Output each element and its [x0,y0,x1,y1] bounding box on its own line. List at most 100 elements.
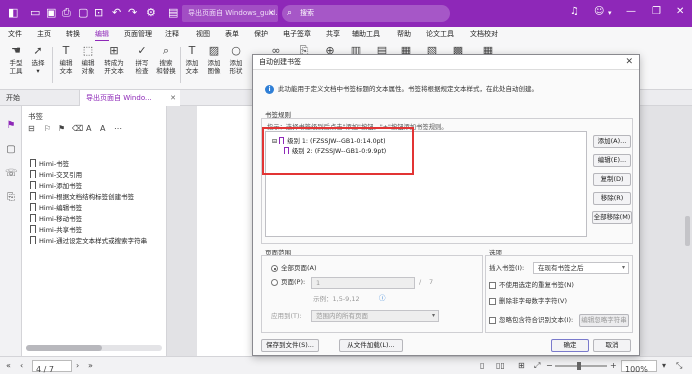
zoom-slider[interactable] [555,365,607,367]
zoom-out-icon[interactable]: − [546,360,553,372]
tab-export[interactable]: 导出页面自 Windo... ✕ [80,90,180,106]
page-range-input[interactable]: 1 [311,277,415,289]
all-pages-radio[interactable] [271,265,278,272]
redo-icon[interactable]: ↷ [128,6,137,20]
add-bookmark-icon[interactable]: ⚐ [44,124,51,133]
page-nav-icon[interactable]: ⊡ [94,6,103,20]
new-bookmark-icon[interactable]: ⚑ [58,124,65,133]
delete-bookmark-icon[interactable]: ⌫ [72,124,83,133]
save-to-file-button[interactable]: 保存到文件(S)... [261,339,319,352]
remove-all-button[interactable]: 全部移除(M) [592,211,632,224]
remove-non-alnum-checkbox[interactable] [489,298,496,305]
close-tab-icon[interactable]: ✕ [268,5,274,22]
page-number-input[interactable]: 4 / 7 [32,360,72,374]
ok-button[interactable]: 确定 [551,339,589,352]
next-page-icon[interactable]: › [76,360,79,372]
zoom-slider-thumb[interactable] [577,362,581,370]
document-tab[interactable]: 导出页面自 Windows_guid... ✕ [182,5,278,22]
zoom-in-icon[interactable]: + [610,360,617,372]
minimize-icon[interactable]: — [626,6,636,17]
edit-object-button[interactable]: ⬚ 编辑 对象 [74,45,102,76]
ignore-text-checkbox[interactable] [489,317,496,324]
bookmark-item[interactable]: Himi-共享书签 [30,225,82,235]
search-input[interactable]: ⌕ 搜索 [282,5,450,22]
menu-paper-tools[interactable]: 论文工具 [426,29,454,39]
attachments-panel-icon[interactable]: ⎘ [5,192,17,204]
menu-view[interactable]: 视图 [196,29,210,39]
first-page-icon[interactable]: « [6,360,11,372]
tab-start[interactable]: 开始 [0,90,80,106]
bookmark-item[interactable]: Himi-编辑书签 [30,203,82,213]
open-folder-icon[interactable]: ▭ [30,6,40,20]
select-tool-button[interactable]: ➚ 选择 ▾ [24,45,52,76]
pages-panel-icon[interactable]: ▢ [5,144,17,156]
bookmark-item[interactable]: Himi-交叉引用 [30,170,82,180]
help-icon[interactable]: ⓘ [379,294,386,303]
menu-share[interactable]: 共享 [326,29,340,39]
menu-home[interactable]: 主页 [37,29,51,39]
print-icon[interactable]: ⎙ [62,6,71,20]
bookmark-item[interactable]: Himi-根据文档结构标签创建书签 [30,192,134,202]
restore-icon[interactable]: ❐ [652,6,661,17]
bookmark-item[interactable]: Himi-移动书签 [30,214,82,224]
prev-page-icon[interactable]: ‹ [20,360,23,372]
document-scrollbar[interactable] [685,216,690,246]
load-from-file-button[interactable]: 从文件加载(L)... [339,339,403,352]
menu-convert[interactable]: 转换 [66,29,80,39]
insert-bookmark-select[interactable]: 在现有书签之后 ▾ [533,262,629,274]
menu-proofread[interactable]: 文档校对 [470,29,498,39]
menu-annotate[interactable]: 注释 [165,29,179,39]
add-shape-button[interactable]: ○ 添加 形状 [222,45,250,76]
fit-page-icon[interactable]: ⊞ [518,360,525,372]
cancel-button[interactable]: 取消 [593,339,631,352]
bookmark-item[interactable]: Himi-书签 [30,159,69,169]
edit-ignore-string-button[interactable]: 编辑忽略字符串 [579,314,629,327]
font-smaller-icon[interactable]: A [100,124,105,133]
close-tab-icon[interactable]: ✕ [170,90,176,106]
close-window-icon[interactable]: ✕ [676,6,684,17]
user-dropdown-icon[interactable]: ▾ [608,9,612,17]
menu-file[interactable]: 文件 [8,29,22,39]
menu-e-sign[interactable]: 电子签章 [283,29,311,39]
more-options-icon[interactable]: ⋯ [114,124,122,133]
bookmark-panel-scrollbar[interactable] [26,345,162,351]
collapse-icon[interactable]: ⊟ [28,124,35,133]
font-larger-icon[interactable]: A [86,124,91,133]
comments-panel-icon[interactable]: ☏ [5,168,18,180]
bookmark-panel-icon[interactable]: ⚑ [5,120,17,132]
menu-accessibility[interactable]: 辅助工具 [352,29,380,39]
fit-width-icon[interactable]: ⤢ [534,360,540,372]
page-range-radio[interactable] [271,279,278,286]
zoom-dropdown-icon[interactable]: ▾ [662,360,666,372]
close-icon[interactable]: ✕ [625,55,633,70]
menu-protect[interactable]: 保护 [254,29,268,39]
undo-icon[interactable]: ↶ [112,6,121,20]
skip-duplicate-checkbox[interactable] [489,282,496,289]
user-icon[interactable]: ☺ [594,6,604,17]
menu-form[interactable]: 表单 [225,29,239,39]
menu-edit[interactable]: 编辑 [95,29,109,41]
apply-to-select[interactable]: 范围内的所有页面 ▾ [311,310,439,322]
ribbon-label: 添加 [229,59,243,67]
menu-page-manage[interactable]: 页面管理 [124,29,152,39]
bell-icon[interactable]: ♫ [570,6,579,17]
remove-rule-button[interactable]: 移除(R) [593,192,631,205]
add-rule-button[interactable]: 添加(A)... [593,135,631,148]
copy-rule-button[interactable]: 复制(D) [593,173,631,186]
single-page-icon[interactable]: ▯ [480,360,484,372]
bookmark-item[interactable]: Himi-添加书签 [30,181,82,191]
new-tab-icon[interactable]: ▤ [168,6,178,20]
fullscreen-icon[interactable]: ⤡ [676,360,682,372]
last-page-icon[interactable]: » [88,360,93,372]
edit-rule-button[interactable]: 编辑(E)... [593,154,631,167]
bookmark-item[interactable]: Himi-通过设定文本样式或搜索字符串 [30,236,147,246]
search-replace-button[interactable]: ⌕ 搜索 和替换 [152,45,180,76]
page-icon[interactable]: ▢ [78,6,88,20]
convert-text-button[interactable]: ⊞ 转成为 开文本 [100,45,128,76]
save-icon[interactable]: ▣ [46,6,56,20]
menu-help[interactable]: 帮助 [397,29,411,39]
scrollbar-thumb[interactable] [26,345,102,351]
two-page-icon[interactable]: ▯▯ [496,360,505,372]
customize-icon[interactable]: ⚙ [146,6,156,20]
zoom-level-input[interactable]: 100% [621,360,657,374]
